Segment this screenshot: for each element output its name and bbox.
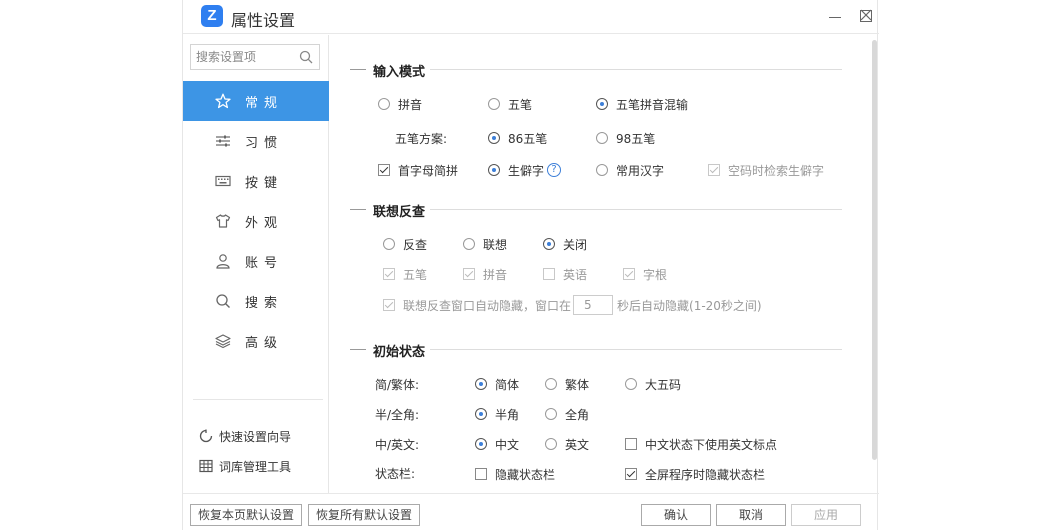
section-title: 输入模式 [373,65,426,80]
sidebar-item-label: 高级 [245,336,284,351]
section-input-mode: 输入模式 [350,60,842,80]
sidebar-item-label: 常规 [245,96,284,111]
radio-english[interactable]: 英文 [545,436,589,452]
radio-half-width[interactable]: 半角 [475,406,519,422]
dictionary-tool-label: 词库管理工具 [219,459,292,474]
sidebar-item-search[interactable]: 搜索 [183,281,329,321]
dictionary-tool-link[interactable]: 词库管理工具 [199,457,291,475]
star-icon [215,93,231,109]
sidebar-nav: 常规 习惯 按键 外观 账号 搜索 高级 [183,81,329,361]
sidebar-item-keys[interactable]: 按键 [183,161,329,201]
sidebar: 常规 习惯 按键 [183,35,329,493]
minimize-button[interactable] [824,4,846,26]
radio-pinyin[interactable]: 拼音 [378,96,422,112]
settings-window: Z 属性设置 常规 [182,0,879,530]
tshirt-icon [215,214,231,228]
checkbox-auto-hide[interactable]: 联想反查窗口自动隐藏，窗口在 秒后自动隐藏(1-20秒之间) [383,294,762,316]
radio-wubi-pinyin-mixed[interactable]: 五笔拼音混输 [596,96,688,112]
refresh-icon [199,429,213,443]
radio-common-chars[interactable]: 常用汉字 [596,162,664,178]
auto-hide-seconds-input[interactable] [573,295,614,315]
grid-icon [199,459,213,473]
title-bar: Z 属性设置 [183,0,879,34]
checkbox-source-radical[interactable]: 字根 [623,266,667,282]
checkbox-initials[interactable]: 首字母简拼 [378,162,458,178]
checkbox-source-pinyin[interactable]: 拼音 [463,266,507,282]
cancel-button[interactable]: 取消 [716,504,786,526]
close-button[interactable] [855,4,877,26]
sidebar-item-label: 外观 [245,216,284,231]
radio-full-width[interactable]: 全角 [545,406,589,422]
radio-big5[interactable]: 大五码 [625,376,681,392]
statusbar-label: 状态栏: [375,467,416,481]
checkbox-empty-code-search[interactable]: 空码时检索生僻字 [708,162,824,178]
sidebar-item-account[interactable]: 账号 [183,241,329,281]
layers-icon [215,334,231,349]
section-initial-state: 初始状态 [350,340,842,360]
checkbox-english-punct[interactable]: 中文状态下使用英文标点 [625,436,777,452]
checkbox-source-english[interactable]: 英语 [543,266,587,282]
sidebar-item-appearance[interactable]: 外观 [183,201,329,241]
radio-wubi-98[interactable]: 98五笔 [596,130,655,146]
checkbox-source-wubi[interactable]: 五笔 [383,266,427,282]
search-icon[interactable] [299,50,313,64]
width-label: 半/全角: [375,408,420,422]
quick-setup-link[interactable]: 快速设置向导 [199,427,291,445]
quick-setup-label: 快速设置向导 [219,429,292,444]
sliders-icon [216,135,230,147]
apply-button[interactable]: 应用 [791,504,861,526]
radio-traditional[interactable]: 繁体 [545,376,589,392]
sidebar-item-label: 按键 [245,176,284,191]
section-association: 联想反查 [350,200,842,220]
section-title: 联想反查 [373,205,426,220]
sidebar-item-habits[interactable]: 习惯 [183,121,329,161]
checkbox-hide-statusbar[interactable]: 隐藏状态栏 [475,466,555,482]
radio-reverse-lookup[interactable]: 反查 [383,236,427,252]
sidebar-item-label: 习惯 [245,136,284,151]
footer-bar: 恢复本页默认设置 恢复所有默认设置 确认 取消 应用 [183,493,879,530]
window-title: 属性设置 [231,11,296,30]
sidebar-item-label: 搜索 [245,296,284,311]
radio-simplified[interactable]: 简体 [475,376,519,392]
checkbox-fullscreen-hide-statusbar[interactable]: 全屏程序时隐藏状态栏 [625,466,765,482]
radio-chinese[interactable]: 中文 [475,436,519,452]
sidebar-item-general[interactable]: 常规 [183,81,329,121]
vertical-scrollbar[interactable] [872,40,877,460]
user-icon [216,254,230,269]
charset-label: 简/繁体: [375,378,420,392]
sidebar-item-advanced[interactable]: 高级 [183,321,329,361]
radio-rare-chars[interactable]: 生僻字 ? [488,162,562,178]
radio-wubi[interactable]: 五笔 [488,96,532,112]
app-logo-icon: Z [201,5,223,27]
lang-label: 中/英文: [375,438,420,452]
radio-off[interactable]: 关闭 [543,236,587,252]
search-box [190,44,320,70]
wubi-scheme-label: 五笔方案: [395,132,448,146]
search-icon [216,294,230,308]
ok-button[interactable]: 确认 [641,504,711,526]
restore-all-defaults-button[interactable]: 恢复所有默认设置 [308,504,420,526]
radio-wubi-86[interactable]: 86五笔 [488,130,547,146]
section-title: 初始状态 [373,345,426,360]
radio-association[interactable]: 联想 [463,236,507,252]
sidebar-item-label: 账号 [245,256,284,271]
search-input[interactable] [191,45,295,69]
sidebar-divider [193,399,323,400]
close-icon [860,9,872,21]
restore-page-defaults-button[interactable]: 恢复本页默认设置 [190,504,302,526]
settings-content: 输入模式 拼音 五笔 五笔拼音混输 五笔方案: 86五笔 98五笔 首字母简拼 … [330,35,870,493]
keyboard-icon [215,175,231,187]
help-icon[interactable]: ? [547,163,562,177]
